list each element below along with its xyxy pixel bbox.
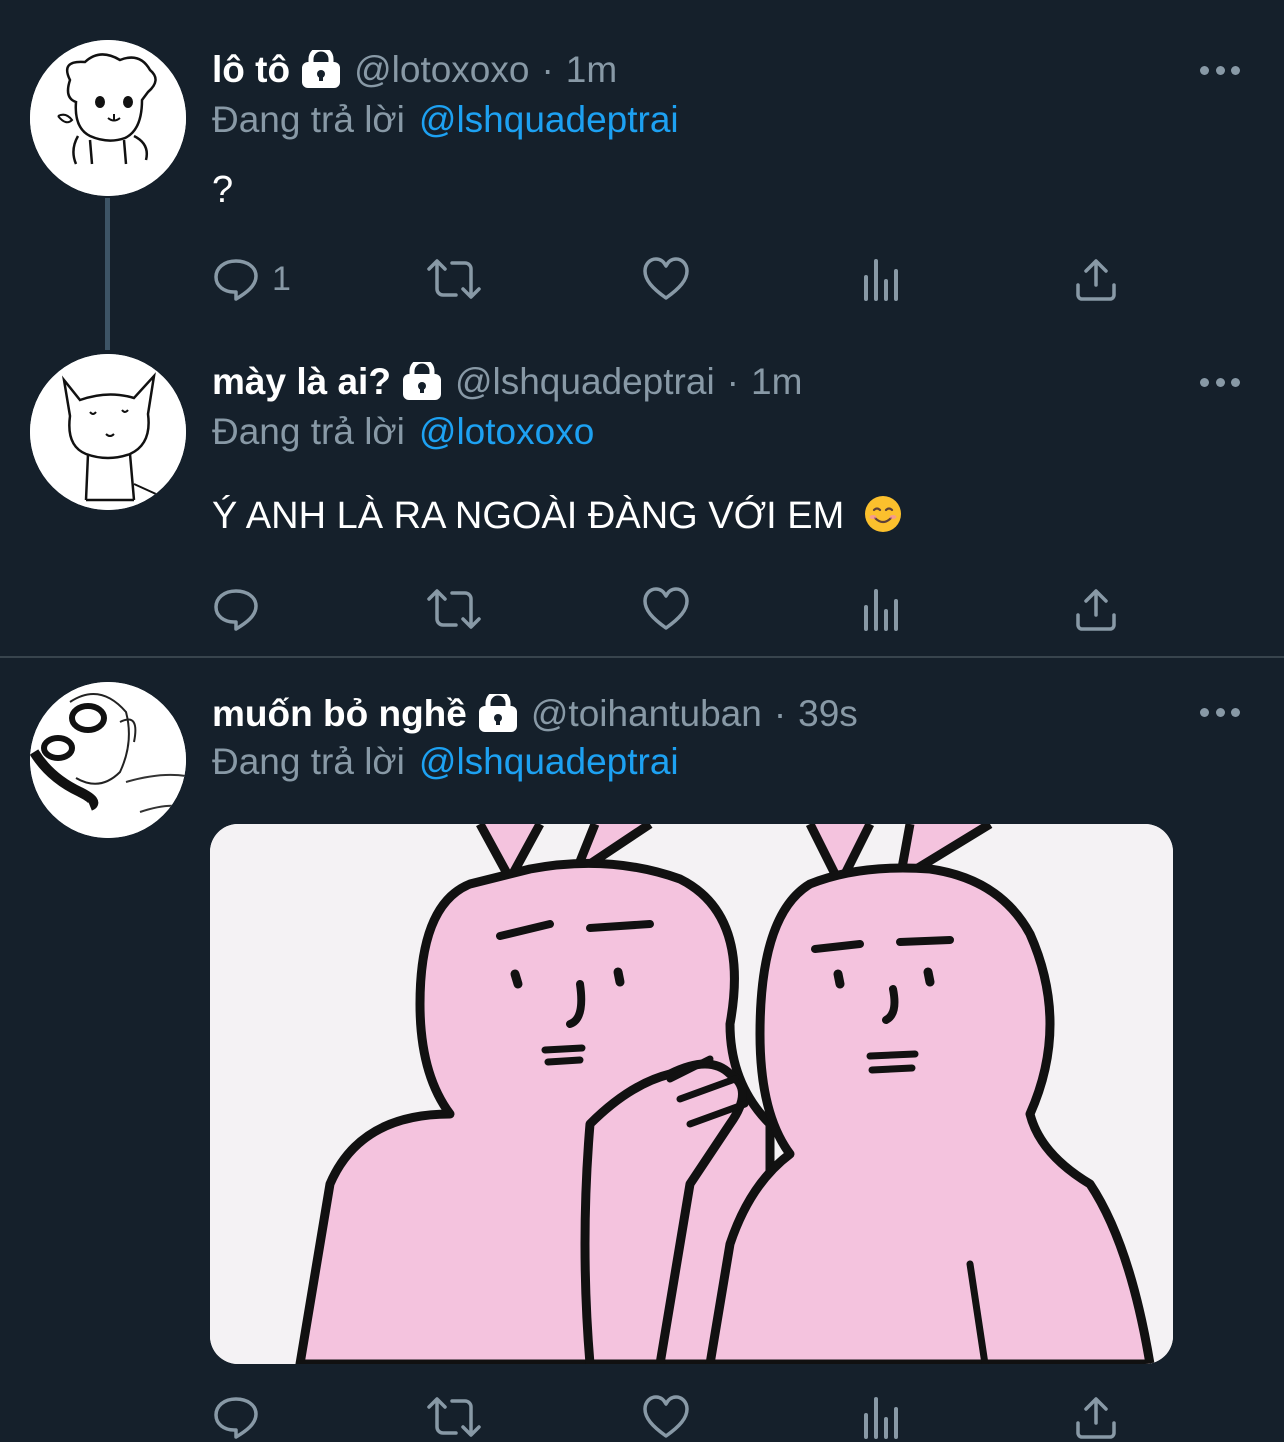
thread-line xyxy=(105,198,110,350)
share-icon xyxy=(1076,259,1116,301)
lock-icon xyxy=(477,694,519,734)
replying-to: Đang trả lời @lshquadeptrai xyxy=(212,96,679,144)
share-button[interactable] xyxy=(1072,254,1120,304)
like-icon xyxy=(643,587,689,630)
replying-to: Đang trả lời @lotoxoxo xyxy=(212,408,594,456)
tweet-text-row: Ý ANH LÀ RA NGOÀI ĐÀNG VỚI EM xyxy=(212,492,903,540)
share-button[interactable] xyxy=(1072,1392,1120,1442)
display-name[interactable]: mày là ai? xyxy=(212,356,391,408)
tweet-header: muốn bỏ nghề @toihantuban · 39s xyxy=(212,688,858,740)
more-icon[interactable] xyxy=(1200,704,1240,720)
tweet-text: Ý ANH LÀ RA NGOÀI ĐÀNG VỚI EM xyxy=(212,495,845,537)
avatar[interactable] xyxy=(30,40,186,196)
retweet-icon xyxy=(427,1397,481,1437)
replying-label: Đang trả lời xyxy=(212,411,405,452)
action-bar xyxy=(212,584,1122,634)
action-bar xyxy=(212,1392,1122,1442)
retweet-button[interactable] xyxy=(426,1392,482,1442)
timestamp[interactable]: 1m xyxy=(751,356,802,408)
separator-dot: · xyxy=(773,693,787,734)
mention-link[interactable]: @lotoxoxo xyxy=(419,411,594,452)
like-button[interactable] xyxy=(642,584,690,634)
like-button[interactable] xyxy=(642,254,690,304)
retweet-icon xyxy=(427,259,481,299)
retweet-button[interactable] xyxy=(426,254,482,304)
share-icon xyxy=(1076,1397,1116,1439)
retweet-button[interactable] xyxy=(426,584,482,634)
user-handle[interactable]: @lotoxoxo xyxy=(354,44,529,96)
reply-icon xyxy=(214,589,258,631)
tweet-media-image[interactable] xyxy=(210,824,1173,1364)
display-name[interactable]: lô tô xyxy=(212,44,290,96)
user-handle[interactable]: @toihantuban xyxy=(531,688,762,740)
tweet-text: ? xyxy=(212,169,234,211)
smiling-face-emoji xyxy=(864,496,901,532)
pink-bunnies-whisper-image xyxy=(210,824,1173,1364)
tweet-1[interactable]: lô tô @lotoxoxo · 1m Đang trả lời @lshqua… xyxy=(0,0,1284,350)
analytics-button[interactable] xyxy=(858,584,906,634)
reply-icon xyxy=(214,259,258,301)
timestamp[interactable]: 1m xyxy=(566,44,617,96)
analytics-button[interactable] xyxy=(858,254,906,304)
replying-label: Đang trả lời xyxy=(212,741,405,782)
like-button[interactable] xyxy=(642,1392,690,1442)
like-icon xyxy=(643,257,689,300)
retweet-icon xyxy=(427,589,481,629)
share-icon xyxy=(1076,589,1116,631)
sketch-face-avatar xyxy=(30,682,186,838)
more-icon[interactable] xyxy=(1200,62,1240,78)
user-handle[interactable]: @lshquadeptrai xyxy=(455,356,715,408)
tweet-header: lô tô @lotoxoxo · 1m xyxy=(212,44,617,96)
replying-to: Đang trả lời @lshquadeptrai xyxy=(212,738,679,786)
display-name[interactable]: muốn bỏ nghề xyxy=(212,688,467,740)
mention-link[interactable]: @lshquadeptrai xyxy=(419,741,679,782)
separator-dot: · xyxy=(541,49,554,90)
analytics-icon xyxy=(864,589,898,631)
analytics-icon xyxy=(864,259,898,301)
lock-icon xyxy=(401,362,443,402)
dog-drawing-avatar xyxy=(30,40,186,196)
reply-button[interactable]: 1 xyxy=(212,254,291,304)
tweet-header: mày là ai? @lshquadeptrai · 1m xyxy=(212,356,802,408)
cat-drawing-avatar xyxy=(30,354,186,510)
more-icon[interactable] xyxy=(1200,374,1240,390)
separator-dot: · xyxy=(726,361,739,402)
reply-button[interactable] xyxy=(212,584,272,634)
timestamp[interactable]: 39s xyxy=(798,688,858,740)
analytics-button[interactable] xyxy=(858,1392,906,1442)
replying-label: Đang trả lời xyxy=(212,99,405,140)
share-button[interactable] xyxy=(1072,584,1120,634)
tweet-2[interactable]: mày là ai? @lshquadeptrai · 1m Đang trả … xyxy=(0,340,1284,656)
action-bar: 1 xyxy=(212,254,1122,304)
reply-icon xyxy=(214,1397,258,1439)
analytics-icon xyxy=(864,1397,898,1439)
like-icon xyxy=(643,1395,689,1438)
reply-count: 1 xyxy=(272,259,291,298)
avatar[interactable] xyxy=(30,354,186,510)
avatar[interactable] xyxy=(30,682,186,838)
lock-icon xyxy=(300,50,342,90)
reply-button[interactable] xyxy=(212,1392,272,1442)
mention-link[interactable]: @lshquadeptrai xyxy=(419,99,679,140)
